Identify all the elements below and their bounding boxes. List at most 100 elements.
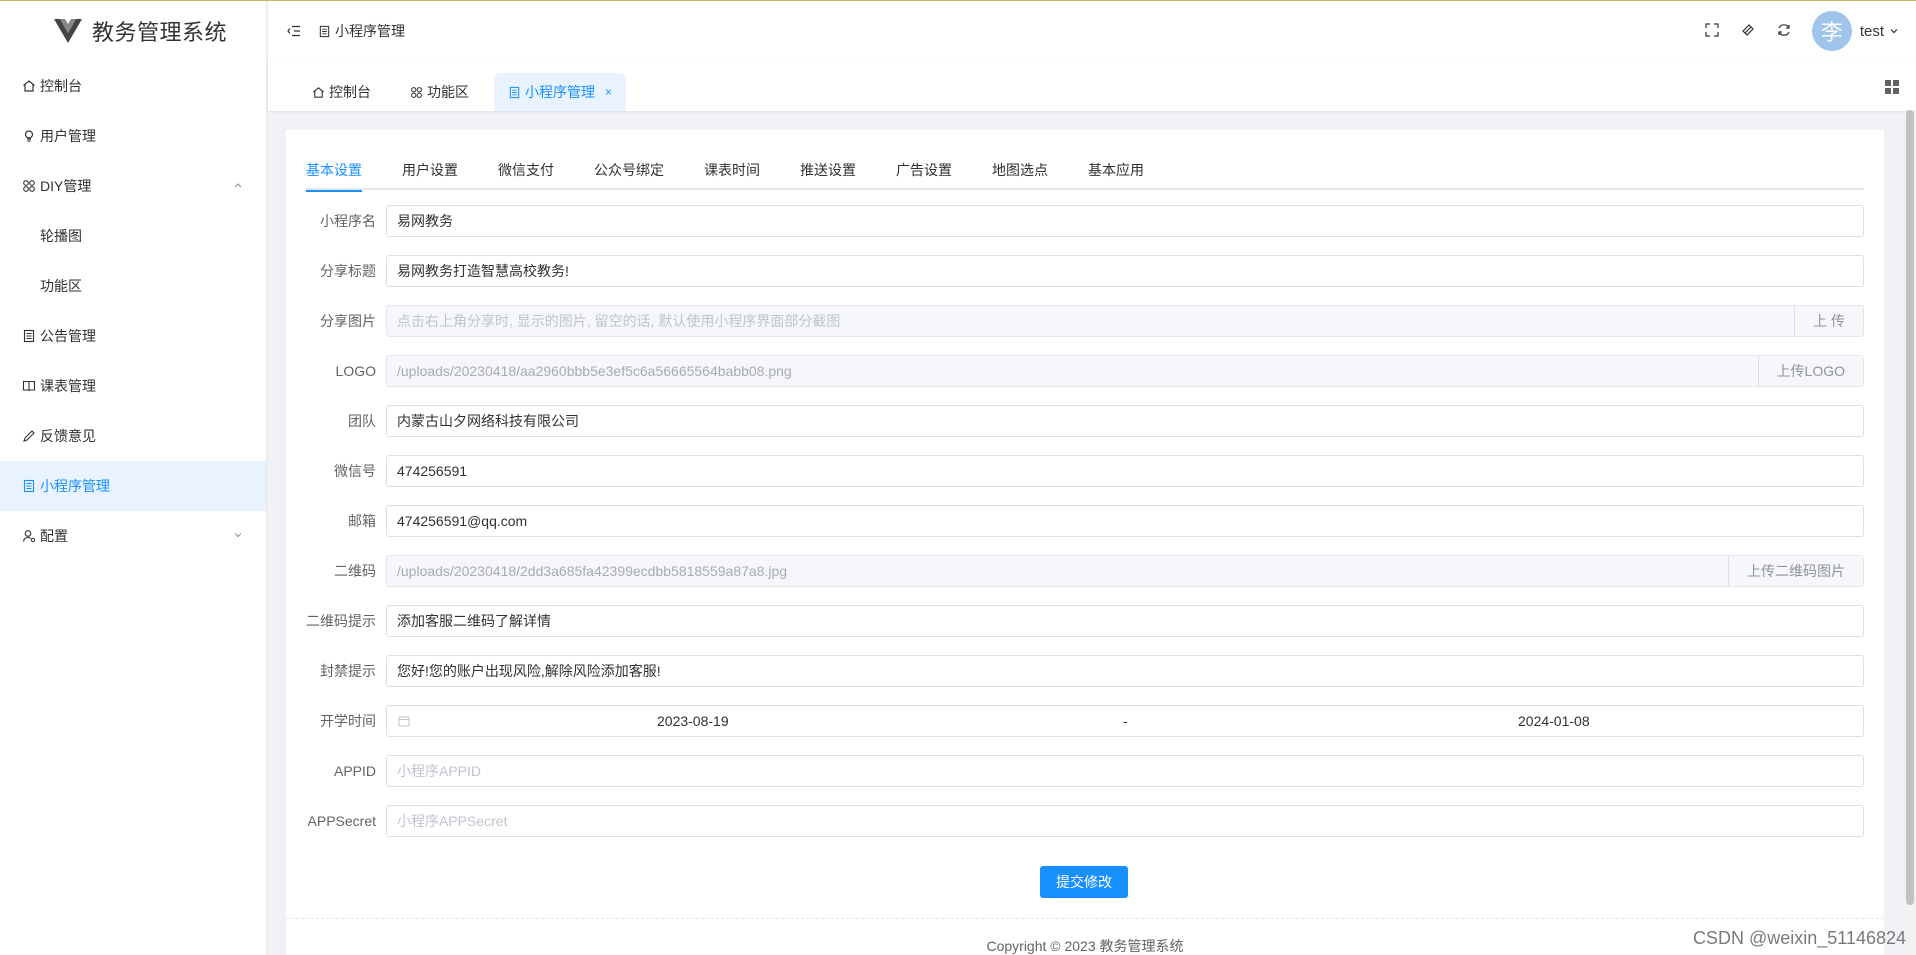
- email-input[interactable]: [387, 506, 1863, 536]
- sidebar-item-function-area[interactable]: 功能区: [0, 261, 266, 311]
- email-input-wrap: [386, 505, 1864, 537]
- name-input-wrap: [386, 205, 1864, 237]
- share-title-input[interactable]: [387, 256, 1863, 286]
- appsecret-input[interactable]: [387, 806, 1863, 836]
- sidebar-item-label: 反馈意见: [40, 428, 96, 444]
- term-date-range[interactable]: 2023-08-19 - 2024-01-08: [386, 705, 1864, 737]
- tag-dashboard[interactable]: 控制台: [298, 73, 385, 111]
- form-row-qrcode: 二维码 上传二维码图片: [306, 555, 1864, 587]
- refresh-icon[interactable]: [1776, 22, 1794, 40]
- qrcode-tip-input-wrap: [386, 605, 1864, 637]
- ban-tip-input[interactable]: [387, 656, 1863, 686]
- avatar[interactable]: 李: [1811, 11, 1852, 51]
- tab-wechat-pay[interactable]: 微信支付: [498, 150, 554, 190]
- team-input[interactable]: [387, 406, 1863, 436]
- sidebar-item-config[interactable]: 配置: [0, 511, 266, 561]
- upload-logo-button[interactable]: 上传LOGO: [1757, 356, 1863, 386]
- tag-function-area[interactable]: 功能区: [396, 73, 483, 111]
- sidebar-item-carousel[interactable]: 轮播图: [0, 211, 266, 261]
- footer-divider: [286, 918, 1884, 919]
- form-row-name: 小程序名: [306, 205, 1864, 237]
- tag-label: 小程序管理: [525, 84, 595, 100]
- tab-basic-settings[interactable]: 基本设置: [306, 150, 362, 192]
- grid-menu-icon[interactable]: [1884, 79, 1900, 95]
- term-end-date[interactable]: 2024-01-08: [1518, 713, 1590, 729]
- ban-tip-input-wrap: [386, 655, 1864, 687]
- submit-button[interactable]: 提交修改: [1040, 866, 1128, 898]
- form-label: 二维码: [334, 563, 376, 579]
- logo-input-wrap: 上传LOGO: [386, 355, 1864, 387]
- form-row-share-title: 分享标题: [306, 255, 1864, 287]
- home-icon: [22, 79, 36, 93]
- form-row-logo: LOGO 上传LOGO: [306, 355, 1864, 387]
- upload-share-image-button[interactable]: 上 传: [1794, 306, 1863, 336]
- qrcode-tip-input[interactable]: [387, 606, 1863, 636]
- form-label: 团队: [348, 413, 376, 429]
- sidebar-item-dashboard[interactable]: 控制台: [0, 61, 266, 111]
- sidebar-item-diy[interactable]: DIY管理: [0, 161, 266, 211]
- app-logo[interactable]: 教务管理系统: [0, 1, 266, 61]
- scrollbar-thumb[interactable]: [1906, 110, 1914, 905]
- wechat-input[interactable]: [387, 456, 1863, 486]
- share-image-input-wrap: 上 传: [386, 305, 1864, 337]
- wechat-input-wrap: [386, 455, 1864, 487]
- appsecret-input-wrap: [386, 805, 1864, 837]
- form-row-ban-tip: 封禁提示: [306, 655, 1864, 687]
- form-label: LOGO: [335, 363, 376, 379]
- doc-icon: [22, 329, 36, 343]
- form-row-qrcode-tip: 二维码提示: [306, 605, 1864, 637]
- qrcode-input: [387, 556, 1728, 586]
- tab-official-account[interactable]: 公众号绑定: [594, 150, 664, 190]
- page-scrollbar[interactable]: [1904, 110, 1916, 955]
- tab-ad-settings[interactable]: 广告设置: [896, 150, 952, 190]
- sidebar-item-feedback[interactable]: 反馈意见: [0, 411, 266, 461]
- breadcrumb: 小程序管理: [318, 21, 405, 41]
- tag-miniprogram[interactable]: 小程序管理 ×: [494, 73, 627, 111]
- apps-icon: [411, 86, 422, 98]
- form-label: APPID: [333, 763, 376, 779]
- sidebar-item-label: 小程序管理: [40, 478, 110, 494]
- tag-close-icon[interactable]: ×: [605, 85, 612, 99]
- sidebar-item-label: 轮播图: [40, 228, 82, 244]
- name-input[interactable]: [387, 206, 1863, 236]
- sidebar-item-announcements[interactable]: 公告管理: [0, 311, 266, 361]
- sidebar-item-label: 公告管理: [40, 328, 96, 344]
- appid-input[interactable]: [387, 756, 1863, 786]
- footer-copyright: Copyright © 2023 教务管理系统: [986, 938, 1184, 954]
- book-icon: [22, 379, 36, 393]
- apps-icon: [22, 179, 36, 193]
- form-label: 分享图片: [320, 313, 376, 329]
- form-label: 邮箱: [348, 513, 376, 529]
- tab-user-settings[interactable]: 用户设置: [402, 150, 458, 190]
- sidebar-item-label: 功能区: [40, 278, 82, 294]
- vue-logo-icon: [54, 19, 82, 43]
- sidebar-item-label: 课表管理: [40, 378, 96, 394]
- calendar-icon: [398, 716, 410, 727]
- form-label: 二维码提示: [306, 613, 376, 629]
- tab-push-settings[interactable]: 推送设置: [800, 150, 856, 190]
- user-gear-icon: [22, 529, 36, 543]
- sidebar-item-users[interactable]: 用户管理: [0, 111, 266, 161]
- sidebar-item-schedule[interactable]: 课表管理: [0, 361, 266, 411]
- sidebar-item-label: 用户管理: [40, 128, 96, 144]
- form-row-share-image: 分享图片 上 传: [306, 305, 1864, 337]
- clear-cache-icon[interactable]: [1740, 22, 1758, 40]
- tab-schedule-time[interactable]: 课表时间: [704, 150, 760, 190]
- menu-fold-icon[interactable]: [286, 23, 302, 39]
- tab-map-picker[interactable]: 地图选点: [992, 150, 1048, 190]
- sidebar-menu: 控制台 用户管理 DIY管理 轮播图 功能区 公告管理 课表管理 反馈意见 小程…: [0, 61, 266, 561]
- chevron-down-icon: [234, 533, 242, 538]
- chevron-down-icon[interactable]: [1888, 25, 1900, 37]
- upload-qrcode-button[interactable]: 上传二维码图片: [1728, 556, 1863, 586]
- username[interactable]: test: [1860, 23, 1884, 40]
- fullscreen-icon[interactable]: [1704, 22, 1722, 40]
- sidebar-item-miniprogram[interactable]: 小程序管理: [0, 461, 266, 511]
- user-bulb-icon: [22, 129, 36, 143]
- term-start-date[interactable]: 2023-08-19: [657, 713, 729, 729]
- tab-basic-apps[interactable]: 基本应用: [1088, 150, 1144, 190]
- form-row-appid: APPID: [306, 755, 1864, 787]
- form-label: APPSecret: [307, 813, 376, 829]
- breadcrumb-current: 小程序管理: [335, 23, 405, 39]
- form-label: 开学时间: [320, 713, 376, 729]
- top-header: 小程序管理 李 test: [268, 1, 1916, 61]
